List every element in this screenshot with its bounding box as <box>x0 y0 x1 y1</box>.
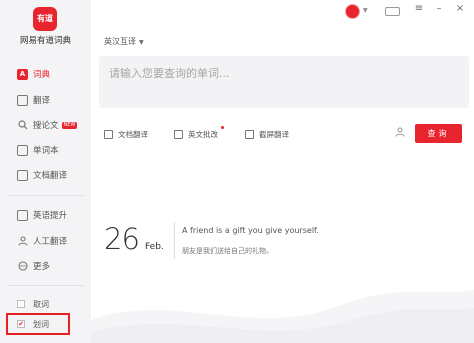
daily-month: Feb. <box>145 242 164 252</box>
close-icon[interactable]: × <box>453 3 467 14</box>
document-icon <box>104 130 113 139</box>
english-correction-tool[interactable]: 英文批改 <box>174 126 224 140</box>
correction-icon <box>174 130 183 139</box>
minimize-icon[interactable]: – <box>432 3 446 14</box>
menu-icon[interactable]: ≡ <box>412 3 426 14</box>
sidebar-item-human-translate[interactable]: 人工翻译 <box>0 231 91 251</box>
language-label: 英汉互译 <box>104 37 136 46</box>
divider <box>8 195 84 196</box>
dictionary-icon: A <box>17 68 28 80</box>
capture-word-toggle[interactable]: 取词 <box>8 295 76 313</box>
sidebar-item-document-translate[interactable]: 文档翻译 <box>0 165 91 185</box>
capture-word-label: 取词 <box>33 299 49 309</box>
english-improve-icon <box>17 209 28 221</box>
keyboard-icon[interactable] <box>385 7 400 16</box>
daily-day: 26 <box>104 222 140 256</box>
sidebar-item-more[interactable]: 更多 <box>0 256 91 276</box>
sidebar-item-label: 单词本 <box>33 146 59 156</box>
avatar[interactable] <box>345 4 360 19</box>
language-select[interactable]: 英汉互译 ▼ <box>104 36 144 47</box>
paper-search-icon <box>17 120 28 131</box>
sidebar-item-paper-search[interactable]: 搜论文 NEW <box>0 115 91 135</box>
query-button[interactable]: 查询 <box>415 124 462 143</box>
sidebar-item-label: 翻译 <box>33 96 51 106</box>
sidebar-item-wordbook[interactable]: 单词本 <box>0 140 91 160</box>
sidebar-item-label: 词典 <box>33 70 51 80</box>
sidebar-item-label: 英语提升 <box>33 211 68 221</box>
screenshot-translate-tool[interactable]: 截屏翻译 <box>245 129 289 140</box>
sidebar-item-label: 人工翻译 <box>33 237 68 247</box>
person-icon[interactable] <box>395 127 405 137</box>
sidebar-item-translate[interactable]: 翻译 <box>0 90 91 110</box>
sidebar-item-label: 文档翻译 <box>33 171 68 181</box>
sidebar-item-english-improve[interactable]: 英语提升 <box>0 205 91 225</box>
tool-label: 文档翻译 <box>118 130 148 139</box>
translate-icon <box>17 94 28 106</box>
tool-label: 截屏翻译 <box>259 130 289 139</box>
wave-decoration <box>91 290 474 343</box>
caret-down-icon: ▼ <box>139 39 144 46</box>
sidebar-item-label: 更多 <box>33 262 51 272</box>
daily-quote-en[interactable]: A friend is a gift you give yourself. <box>182 226 319 235</box>
notification-dot <box>221 126 224 129</box>
new-badge: NEW <box>61 121 78 129</box>
checkbox[interactable] <box>17 300 25 308</box>
divider <box>174 222 175 259</box>
sidebar-item-dictionary[interactable]: A 词典 <box>0 64 91 84</box>
more-icon <box>17 261 28 272</box>
document-translate-icon <box>17 169 28 181</box>
search-box <box>99 56 469 108</box>
divider <box>8 285 84 286</box>
human-translate-icon <box>17 236 28 247</box>
tool-label: 英文批改 <box>188 130 218 139</box>
sidebar-item-label: 搜论文 <box>33 121 59 131</box>
daily-quote-zh: 朋友是我们送给自己的礼物。 <box>182 247 273 255</box>
app-name: 网易有道词典 <box>19 36 71 46</box>
screenshot-icon <box>245 130 254 139</box>
highlight-box <box>6 313 70 335</box>
search-input[interactable] <box>107 66 451 81</box>
chevron-down-icon[interactable]: ▼ <box>363 7 368 14</box>
document-translate-tool[interactable]: 文档翻译 <box>104 129 148 140</box>
sidebar: 有道 网易有道词典 A 词典 翻译 搜论文 NEW 单词本 文档翻译 英语提升 … <box>0 0 91 343</box>
wordbook-icon <box>17 144 28 156</box>
app-logo: 有道 <box>33 7 57 31</box>
